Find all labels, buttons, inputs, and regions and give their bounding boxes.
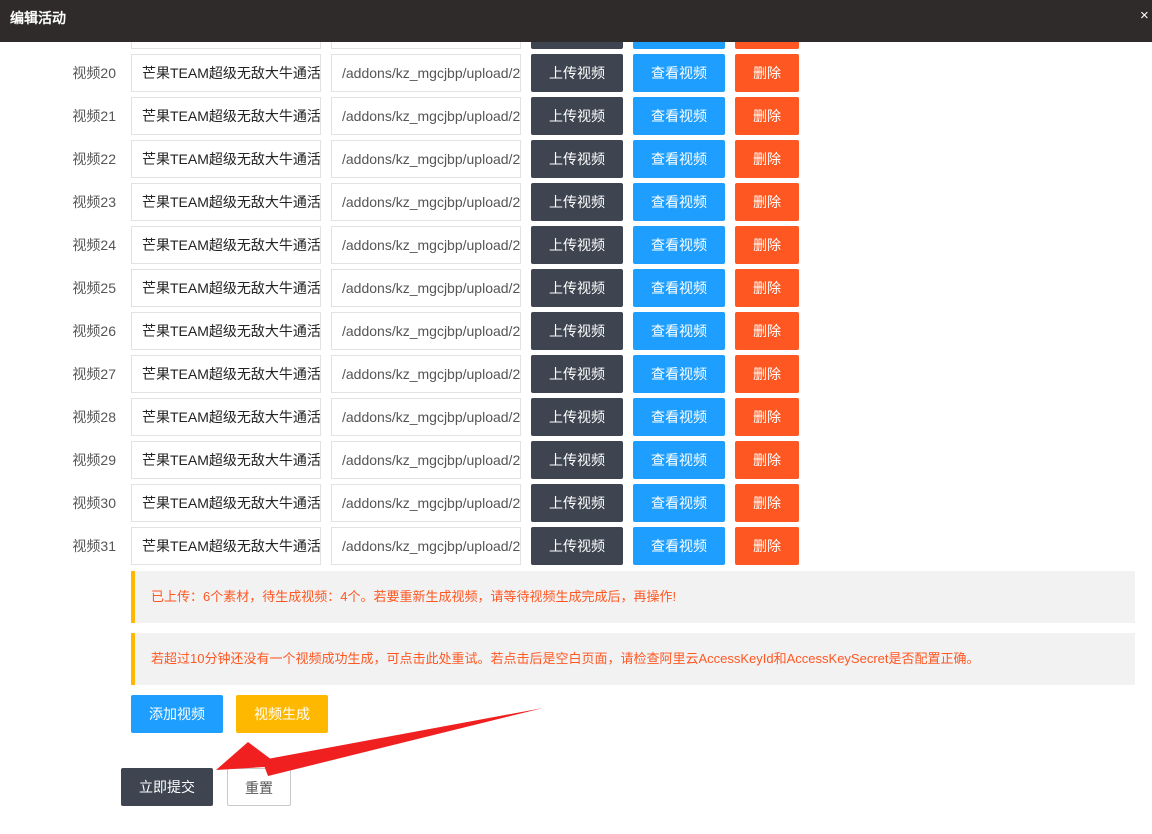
video-row-label: 视频27: [72, 366, 116, 382]
retry-notice-text-before: 若超过10分钟还没有一个视频成功生成，可点击此处: [151, 651, 452, 666]
upload-video-button[interactable]: 上传视频: [531, 355, 623, 393]
status-notice-text: 已上传：6个素材，待生成视频：4个。若要重新生成视频，请等待视频生成完成后，再操…: [151, 589, 677, 604]
video-name-input[interactable]: 芒果TEAM超级无敌大牛通活: [131, 527, 321, 565]
video-name-input[interactable]: 芒果TEAM超级无敌大牛通活: [131, 54, 321, 92]
delete-video-button[interactable]: 删除: [735, 226, 799, 264]
video-row-label: 视频20: [72, 65, 116, 81]
video-path-input[interactable]: /addons/kz_mgcjbp/upload/2: [331, 441, 521, 479]
video-name-input[interactable]: 芒果TEAM超级无敌大牛通活: [131, 226, 321, 264]
delete-video-button[interactable]: 删除: [735, 441, 799, 479]
view-video-button[interactable]: 查看视频: [633, 312, 725, 350]
video-name-input[interactable]: 芒果TEAM超级无敌大牛通活: [131, 183, 321, 221]
video-name-input[interactable]: 芒果TEAM超级无敌大牛通活: [131, 140, 321, 178]
reset-button[interactable]: 重置: [227, 768, 291, 806]
view-video-button[interactable]: 查看视频: [633, 484, 725, 522]
close-icon[interactable]: ×: [1140, 0, 1152, 32]
video-row: 视频29 芒果TEAM超级无敌大牛通活/addons/kz_mgcjbp/uplo…: [0, 441, 1152, 479]
delete-video-button[interactable]: 删除: [735, 398, 799, 436]
video-path-input[interactable]: /addons/kz_mgcjbp/upload/2: [331, 140, 521, 178]
upload-video-button[interactable]: 上传视频: [531, 97, 623, 135]
video-name-input[interactable]: 芒果TEAM超级无敌大牛通活: [131, 269, 321, 307]
video-path-input[interactable]: /addons/kz_mgcjbp/upload/2: [331, 355, 521, 393]
video-row-label: 视频31: [72, 538, 116, 554]
video-row: 视频24 芒果TEAM超级无敌大牛通活/addons/kz_mgcjbp/uplo…: [0, 226, 1152, 264]
upload-video-button[interactable]: 上传视频: [531, 54, 623, 92]
video-row-label: 视频21: [72, 108, 116, 124]
retry-notice-text-after: 。若点击后是空白页面，请检查阿里云AccessKeyId和AccessKeySe…: [477, 651, 980, 666]
delete-video-button[interactable]: 删除: [735, 183, 799, 221]
video-row: 视频22 芒果TEAM超级无敌大牛通活/addons/kz_mgcjbp/uplo…: [0, 140, 1152, 178]
video-name-input[interactable]: 芒果TEAM超级无敌大牛通活: [131, 441, 321, 479]
video-row-label: 视频29: [72, 452, 116, 468]
add-video-button[interactable]: 添加视频: [131, 695, 223, 733]
video-row-label: 视频24: [72, 237, 116, 253]
view-video-button[interactable]: 查看视频: [633, 226, 725, 264]
upload-video-button[interactable]: 上传视频: [531, 398, 623, 436]
view-video-button[interactable]: 查看视频: [633, 54, 725, 92]
video-row-label: 视频30: [72, 495, 116, 511]
video-name-input[interactable]: 芒果TEAM超级无敌大牛通活: [131, 312, 321, 350]
upload-video-button[interactable]: 上传视频: [531, 226, 623, 264]
video-row-label: 视频22: [72, 151, 116, 167]
delete-video-button[interactable]: 删除: [735, 527, 799, 565]
video-path-input[interactable]: /addons/kz_mgcjbp/upload/2: [331, 226, 521, 264]
generate-video-button[interactable]: 视频生成: [236, 695, 328, 733]
delete-video-button[interactable]: 删除: [735, 269, 799, 307]
dialog-titlebar: 编辑活动 ×: [0, 0, 1152, 42]
delete-video-button[interactable]: 删除: [735, 140, 799, 178]
video-row-label: 视频28: [72, 409, 116, 425]
upload-video-button[interactable]: 上传视频: [531, 527, 623, 565]
video-row: 视频23 芒果TEAM超级无敌大牛通活/addons/kz_mgcjbp/uplo…: [0, 183, 1152, 221]
upload-video-button[interactable]: 上传视频: [531, 183, 623, 221]
upload-video-button[interactable]: 上传视频: [531, 441, 623, 479]
view-video-button[interactable]: 查看视频: [633, 269, 725, 307]
video-path-input[interactable]: /addons/kz_mgcjbp/upload/2: [331, 183, 521, 221]
delete-video-button[interactable]: 删除: [735, 312, 799, 350]
video-row: 视频20 芒果TEAM超级无敌大牛通活/addons/kz_mgcjbp/uplo…: [0, 54, 1152, 92]
video-path-input[interactable]: /addons/kz_mgcjbp/upload/2: [331, 54, 521, 92]
video-row: 视频26 芒果TEAM超级无敌大牛通活/addons/kz_mgcjbp/uplo…: [0, 312, 1152, 350]
retry-notice: 若超过10分钟还没有一个视频成功生成，可点击此处重试。若点击后是空白页面，请检查…: [131, 633, 1135, 685]
video-path-input[interactable]: /addons/kz_mgcjbp/upload/2: [331, 97, 521, 135]
delete-video-button[interactable]: 删除: [735, 54, 799, 92]
video-row-label: 视频26: [72, 323, 116, 339]
retry-link[interactable]: 重试: [451, 651, 477, 666]
video-row: 视频28 芒果TEAM超级无敌大牛通活/addons/kz_mgcjbp/uplo…: [0, 398, 1152, 436]
video-path-input[interactable]: /addons/kz_mgcjbp/upload/2: [331, 312, 521, 350]
video-row: 视频21 芒果TEAM超级无敌大牛通活/addons/kz_mgcjbp/uplo…: [0, 97, 1152, 135]
view-video-button[interactable]: 查看视频: [633, 398, 725, 436]
video-path-input[interactable]: /addons/kz_mgcjbp/upload/2: [331, 527, 521, 565]
form-content: 芒果TEAM超级无敌大牛通活/addons/kz_mgcjbp/upload/2…: [0, 0, 1152, 834]
upload-video-button[interactable]: 上传视频: [531, 312, 623, 350]
video-row: 视频30 芒果TEAM超级无敌大牛通活/addons/kz_mgcjbp/uplo…: [0, 484, 1152, 522]
upload-video-button[interactable]: 上传视频: [531, 140, 623, 178]
video-row-label: 视频25: [72, 280, 116, 296]
video-name-input[interactable]: 芒果TEAM超级无敌大牛通活: [131, 484, 321, 522]
view-video-button[interactable]: 查看视频: [633, 183, 725, 221]
video-path-input[interactable]: /addons/kz_mgcjbp/upload/2: [331, 398, 521, 436]
video-row: 视频31 芒果TEAM超级无敌大牛通活/addons/kz_mgcjbp/uplo…: [0, 527, 1152, 565]
upload-video-button[interactable]: 上传视频: [531, 484, 623, 522]
dialog-title: 编辑活动: [10, 10, 66, 26]
video-row: 视频25 芒果TEAM超级无敌大牛通活/addons/kz_mgcjbp/uplo…: [0, 269, 1152, 307]
delete-video-button[interactable]: 删除: [735, 97, 799, 135]
delete-video-button[interactable]: 删除: [735, 484, 799, 522]
video-row-label: 视频23: [72, 194, 116, 210]
video-name-input[interactable]: 芒果TEAM超级无敌大牛通活: [131, 97, 321, 135]
video-path-input[interactable]: /addons/kz_mgcjbp/upload/2: [331, 269, 521, 307]
upload-video-button[interactable]: 上传视频: [531, 269, 623, 307]
video-name-input[interactable]: 芒果TEAM超级无敌大牛通活: [131, 398, 321, 436]
submit-button[interactable]: 立即提交: [121, 768, 213, 806]
view-video-button[interactable]: 查看视频: [633, 140, 725, 178]
video-name-input[interactable]: 芒果TEAM超级无敌大牛通活: [131, 355, 321, 393]
view-video-button[interactable]: 查看视频: [633, 441, 725, 479]
delete-video-button[interactable]: 删除: [735, 355, 799, 393]
view-video-button[interactable]: 查看视频: [633, 355, 725, 393]
video-path-input[interactable]: /addons/kz_mgcjbp/upload/2: [331, 484, 521, 522]
video-row: 视频27 芒果TEAM超级无敌大牛通活/addons/kz_mgcjbp/uplo…: [0, 355, 1152, 393]
view-video-button[interactable]: 查看视频: [633, 97, 725, 135]
view-video-button[interactable]: 查看视频: [633, 527, 725, 565]
status-notice: 已上传：6个素材，待生成视频：4个。若要重新生成视频，请等待视频生成完成后，再操…: [131, 571, 1135, 623]
